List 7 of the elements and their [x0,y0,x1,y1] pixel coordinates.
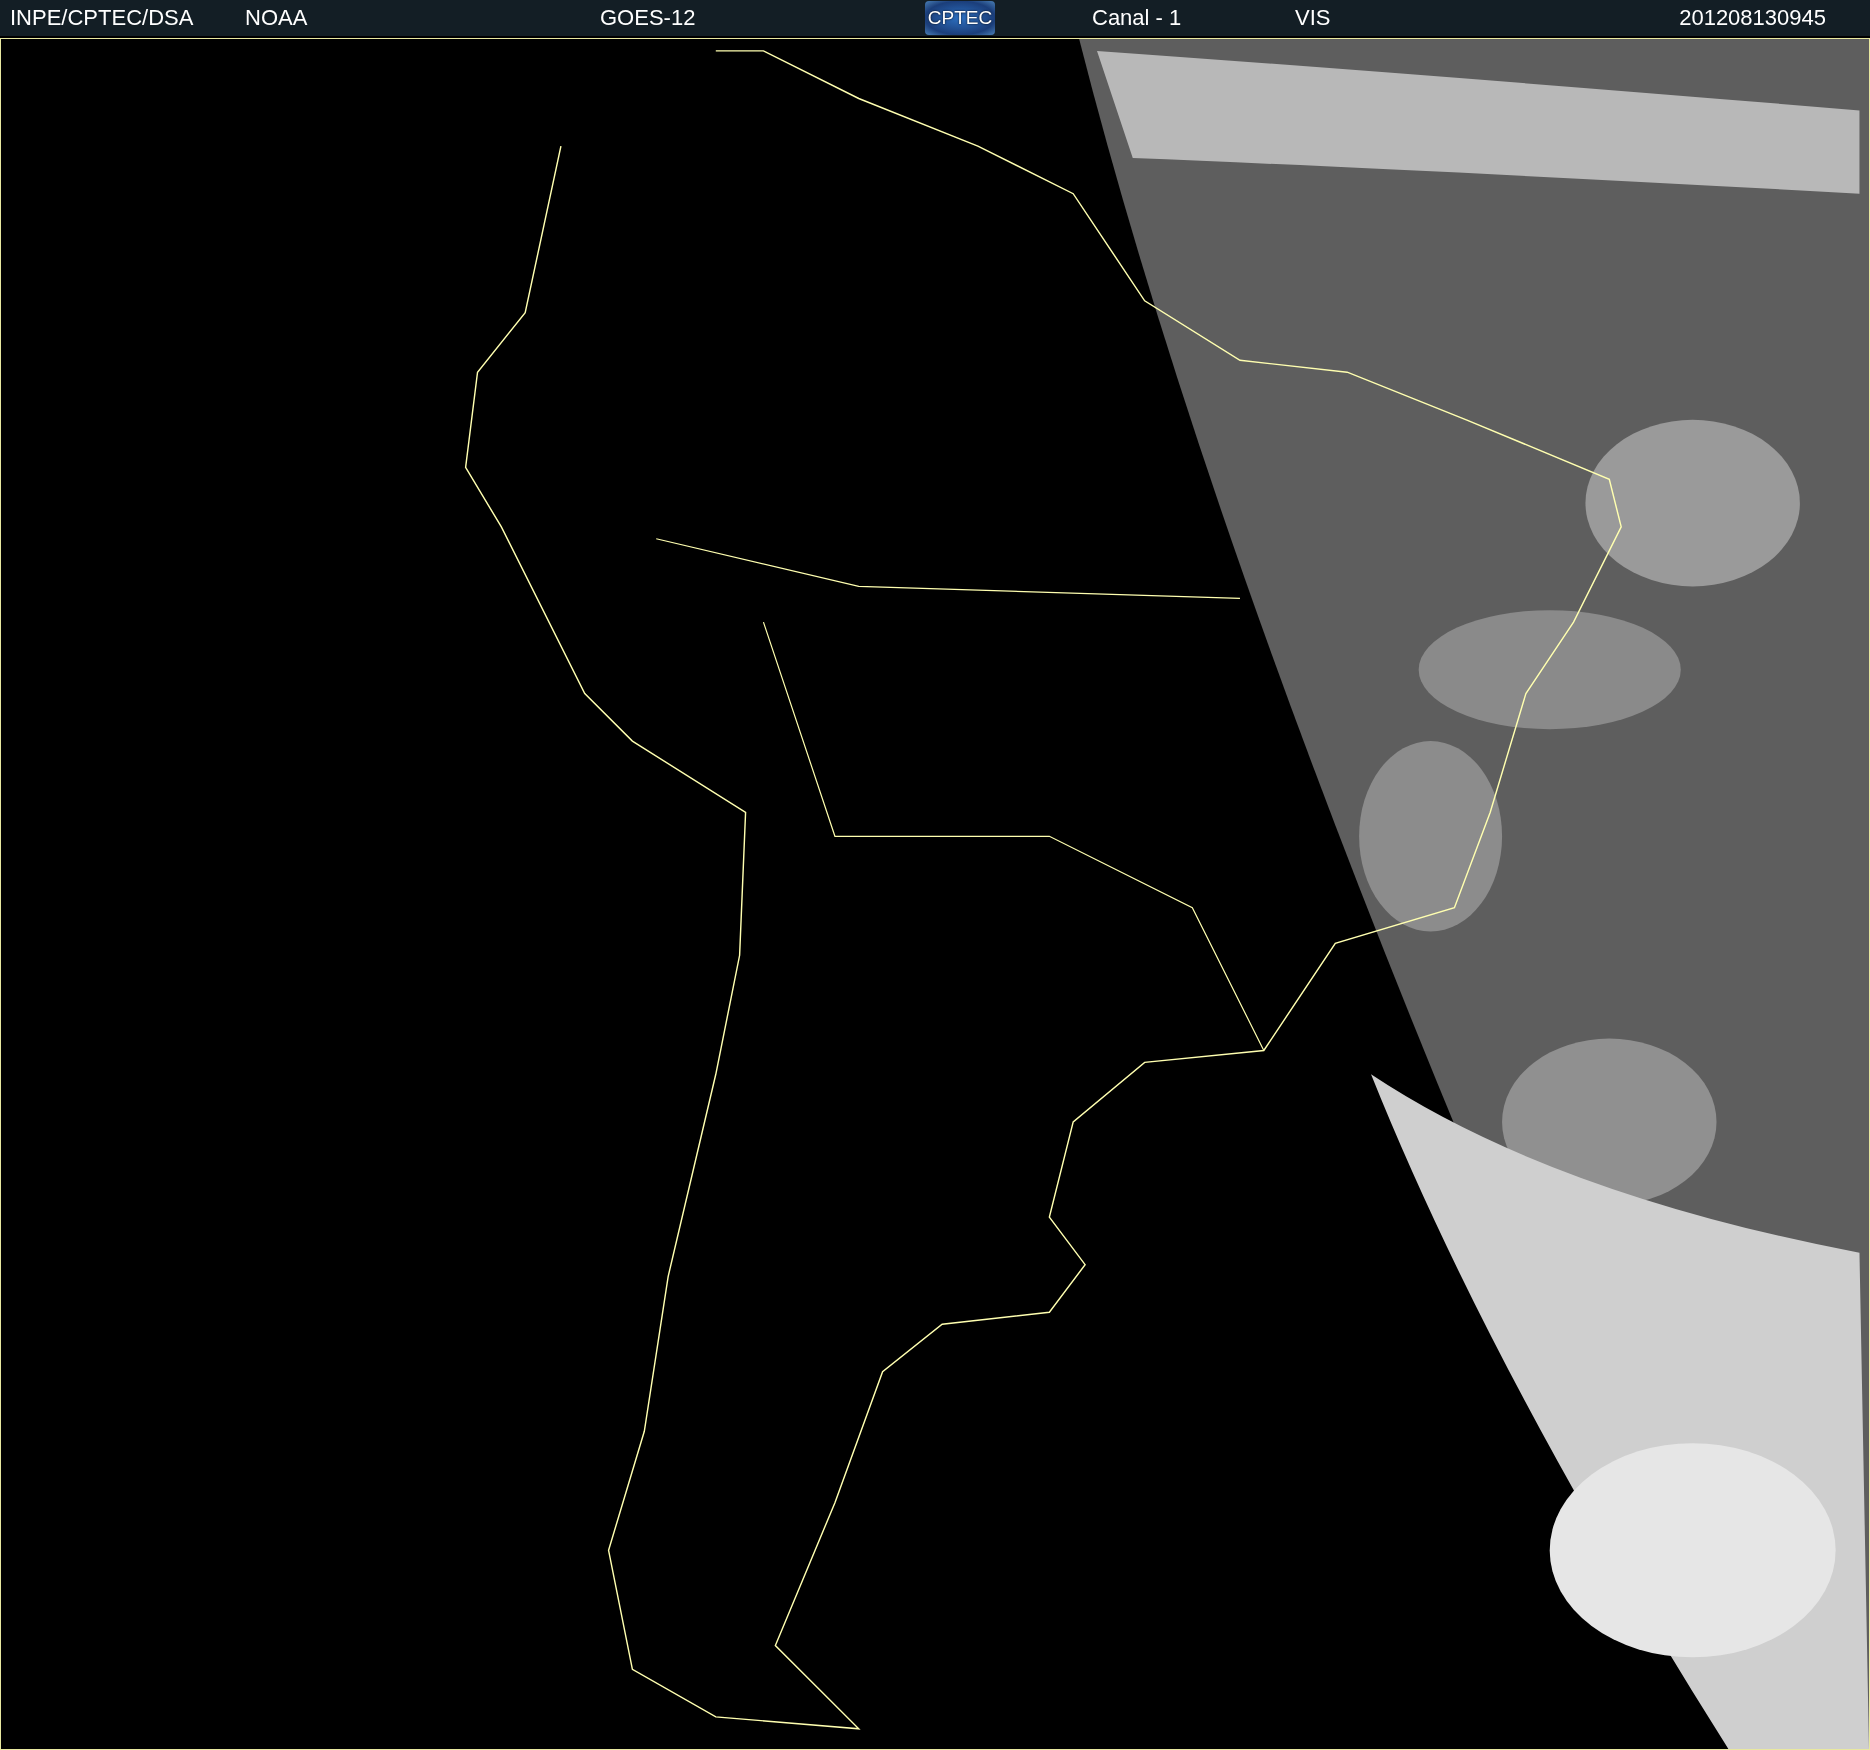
satellite-label: GOES-12 [600,5,696,31]
agency-label: NOAA [245,5,308,31]
band-label: VIS [1295,5,1331,31]
logo: CPTEC [925,1,995,35]
timestamp: 201208130945 [1679,5,1826,31]
channel-label: Canal - 1 [1091,5,1182,31]
source-label: INPE/CPTEC/DSA [10,5,194,31]
